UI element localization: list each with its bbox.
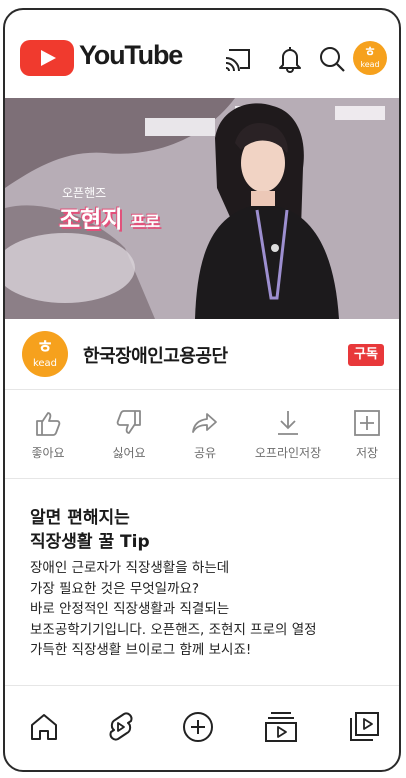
home-icon[interactable] — [27, 710, 61, 744]
add-to-playlist-icon — [354, 410, 380, 436]
description-title: 알면 편해지는 직장생활 꿀 Tip — [30, 506, 150, 554]
caption-suffix-text: 프로 — [130, 212, 160, 231]
subscribe-button[interactable]: 구독 — [348, 344, 384, 366]
avatar-glyph: ㅎ — [364, 45, 376, 60]
description-line: 보조공학기기입니다. 오픈핸즈, 조현지 프로의 열정 — [30, 621, 317, 638]
video-actions: 좋아요 싫어요 공유 오프라인저장 저장 — [5, 390, 399, 479]
share-button[interactable]: 공유 — [185, 408, 225, 461]
description-line: 바로 안정적인 직장생활과 직결되는 — [30, 601, 230, 617]
search-icon[interactable] — [317, 44, 347, 74]
subscriptions-icon[interactable] — [263, 710, 299, 744]
description-title-line-1: 알면 편해지는 — [30, 508, 130, 528]
share-label: 공유 — [193, 446, 217, 460]
channel-logo-text: kead — [32, 358, 58, 369]
description-line: 장애인 근로자가 직장생활을 하는데 — [30, 560, 230, 576]
avatar-text: kead — [360, 60, 380, 69]
description-line: 가득한 직장생활 브이로그 함께 보시죠! — [30, 642, 252, 658]
thumbs-up-icon — [36, 412, 61, 436]
save-label: 저장 — [355, 446, 379, 460]
video-caption-name: 조현지 프로 — [59, 200, 160, 234]
channel-logo[interactable]: ㅎ kead — [22, 331, 68, 377]
video-description: 알면 편해지는 직장생활 꿀 Tip 장애인 근로자가 직장생활을 하는데 가장… — [5, 480, 399, 686]
youtube-logo-icon[interactable] — [20, 40, 74, 76]
channel-name[interactable]: 한국장애인고용공단 — [83, 342, 228, 368]
channel-row: ㅎ kead 한국장애인고용공단 구독 — [5, 319, 399, 390]
offline-save-label: 오프라인저장 — [254, 446, 322, 460]
shorts-icon[interactable] — [104, 710, 138, 744]
dislike-label: 싫어요 — [112, 446, 146, 460]
bottom-navigation — [5, 686, 399, 770]
cast-icon[interactable] — [223, 44, 253, 74]
save-button[interactable]: 저장 — [347, 408, 387, 461]
phone-frame: YouTube ㅎ kead 오픈핸즈 조현지 프로 ㅎ kead 한국장애인고… — [3, 8, 401, 772]
bell-icon[interactable] — [275, 44, 305, 74]
video-player[interactable]: 오픈핸즈 조현지 프로 — [5, 98, 399, 319]
top-app-bar: YouTube ㅎ kead — [5, 10, 399, 98]
description-body: 장애인 근로자가 직장생활을 하는데 가장 필요한 것은 무엇일까요? 바로 안… — [30, 558, 390, 661]
description-line: 가장 필요한 것은 무엇일까요? — [30, 580, 200, 597]
thumbs-down-icon — [116, 410, 141, 434]
like-label: 좋아요 — [31, 446, 65, 460]
channel-logo-glyph: ㅎ — [36, 337, 54, 358]
share-icon — [192, 413, 217, 433]
caption-name-text: 조현지 — [59, 207, 123, 233]
like-button[interactable]: 좋아요 — [22, 408, 74, 461]
account-avatar[interactable]: ㅎ kead — [353, 41, 387, 75]
video-caption-small: 오픈핸즈 — [62, 186, 107, 200]
description-title-line-2: 직장생활 꿀 Tip — [30, 532, 150, 552]
create-icon[interactable] — [181, 710, 215, 744]
library-icon[interactable] — [347, 710, 381, 744]
download-icon — [278, 411, 298, 435]
dislike-button[interactable]: 싫어요 — [103, 408, 155, 461]
offline-save-button[interactable]: 오프라인저장 — [245, 408, 331, 461]
youtube-wordmark[interactable]: YouTube — [79, 40, 183, 71]
